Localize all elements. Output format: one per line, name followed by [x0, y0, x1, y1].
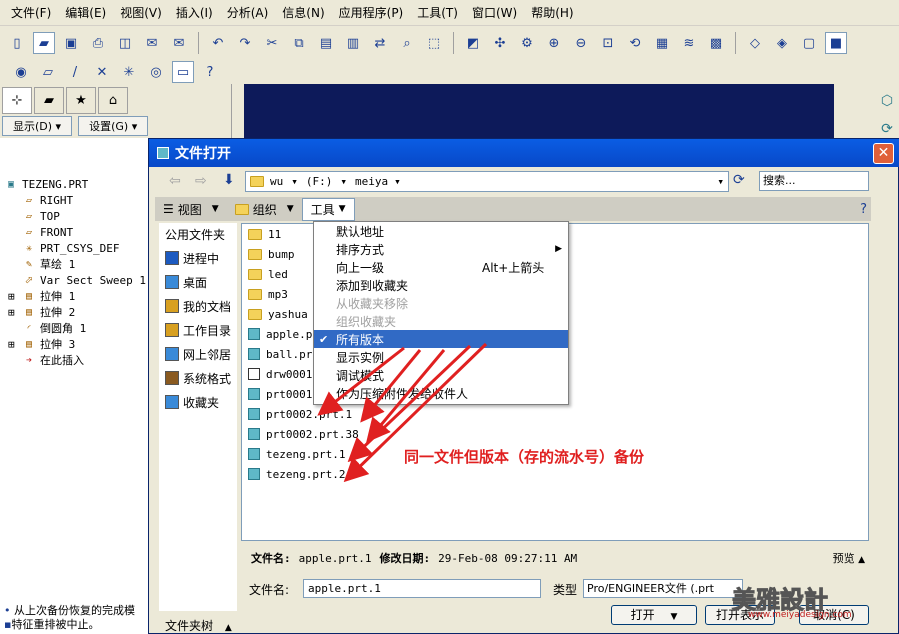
- arrow-2: [360, 349, 422, 423]
- arrow-1: [317, 346, 405, 416]
- annotation-arrows: [317, 342, 488, 483]
- annotation-text: 同一文件但版本（存的流水号）备份: [404, 448, 645, 466]
- watermark: 美雅設計 www.meiyadesign.com: [710, 578, 899, 634]
- watermark-url: www.meiyadesign.com: [748, 610, 852, 620]
